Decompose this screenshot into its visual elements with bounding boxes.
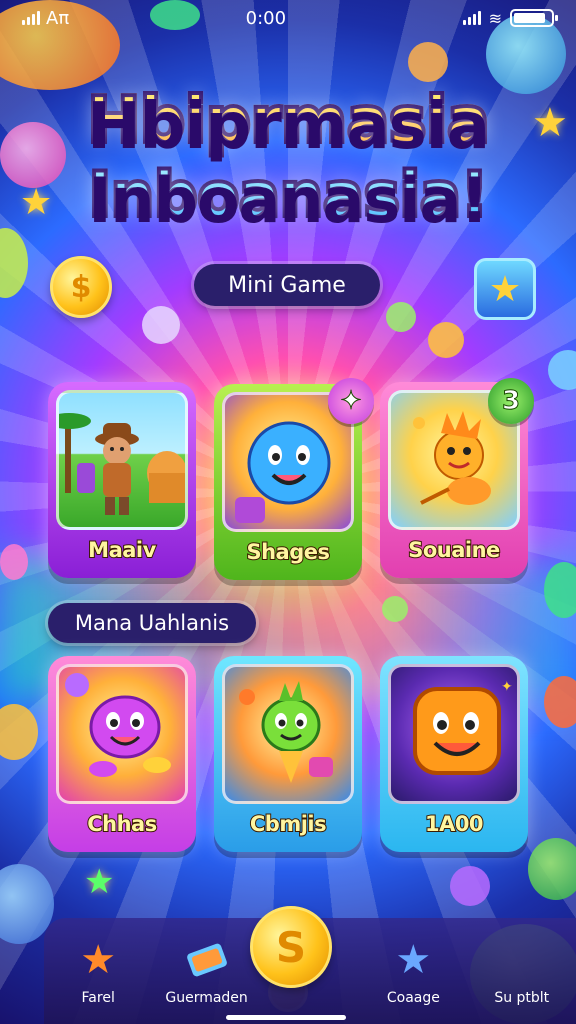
explorer-character-icon	[56, 390, 188, 530]
coin-icon	[498, 936, 546, 984]
green-orb	[386, 302, 416, 332]
game-card[interactable]: Souaine 3	[380, 378, 534, 578]
green-creature-icon	[222, 664, 354, 804]
nav-item-subplt[interactable]: Su ptblt	[472, 936, 572, 1006]
orange-orb	[408, 42, 448, 82]
mini-game-header: Mini Game	[194, 264, 380, 306]
nav-label: Coaage	[386, 990, 440, 1006]
battery-fill	[513, 13, 545, 23]
game-card[interactable]: Chhas	[48, 656, 196, 852]
status-right: ≋	[462, 8, 558, 28]
section-header: Mana Uahlanis	[48, 603, 256, 643]
coin-icon: $	[50, 256, 112, 318]
carrier-label: Aπ	[46, 7, 70, 29]
wifi-icon: ≋	[488, 8, 502, 28]
signal-icon	[22, 11, 40, 25]
game-card-label: Maaiv	[87, 537, 157, 563]
game-card[interactable]: Shages ✦	[214, 378, 374, 580]
pink-orb	[0, 544, 28, 580]
status-bar: Aπ 0:00 ≋	[0, 0, 576, 36]
purple-orb	[450, 866, 490, 906]
svg-text:✦: ✦	[501, 679, 513, 695]
purple-orb	[142, 306, 180, 344]
orange-orb	[544, 676, 576, 728]
title-line-1: Hbiprmasia	[0, 82, 576, 160]
ticket-icon	[183, 936, 231, 984]
nav-item-farel[interactable]: ★ Farel	[48, 936, 148, 1006]
nav-label: Farel	[81, 990, 115, 1006]
star-box-icon: ★	[474, 258, 536, 320]
battery-icon	[509, 9, 558, 27]
star-icon: ★	[395, 937, 432, 983]
center-coin-button[interactable]: S	[250, 906, 332, 988]
blue-orb	[548, 350, 576, 390]
game-card-label: Cbmjis	[249, 811, 328, 837]
status-left: Aπ	[22, 8, 69, 29]
signal-icon	[462, 11, 481, 25]
green-orb	[544, 562, 576, 618]
game-card-label: 1A00	[424, 811, 485, 837]
nav-label: Guermaden	[165, 990, 248, 1006]
nav-label: Su ptblt	[494, 990, 550, 1006]
level-badge: 3	[488, 378, 534, 424]
nav-item-guermaden[interactable]: Guermaden	[157, 936, 257, 1006]
star-icon: ★	[84, 862, 115, 902]
game-title: Hbiprmasia Inboanasia!	[0, 82, 576, 233]
coin-icon	[428, 322, 464, 358]
star-icon: ★	[80, 937, 117, 983]
pink-blob-character-icon	[56, 664, 188, 804]
green-orb	[382, 596, 408, 622]
game-card[interactable]: Cbmjis	[214, 656, 362, 852]
green-orb	[528, 838, 576, 900]
coin-icon	[0, 704, 38, 760]
coin-symbol: S	[275, 922, 307, 972]
game-card[interactable]: Maaiv	[48, 382, 196, 578]
sparkle-icon: ✦	[328, 378, 374, 424]
nav-item-coaage[interactable]: ★ Coaage	[363, 936, 463, 1006]
title-line-2: Inboanasia!	[0, 156, 576, 233]
orange-cube-character-icon: ✦	[388, 664, 520, 804]
green-orb	[0, 228, 28, 298]
game-card-label: Souaine	[407, 537, 501, 563]
game-card-label: Chhas	[86, 811, 158, 837]
home-indicator[interactable]	[226, 1015, 346, 1020]
status-time: 0:00	[245, 7, 287, 29]
game-card[interactable]: ✦ 1A00	[380, 656, 528, 852]
game-card-label: Shages	[245, 539, 331, 565]
